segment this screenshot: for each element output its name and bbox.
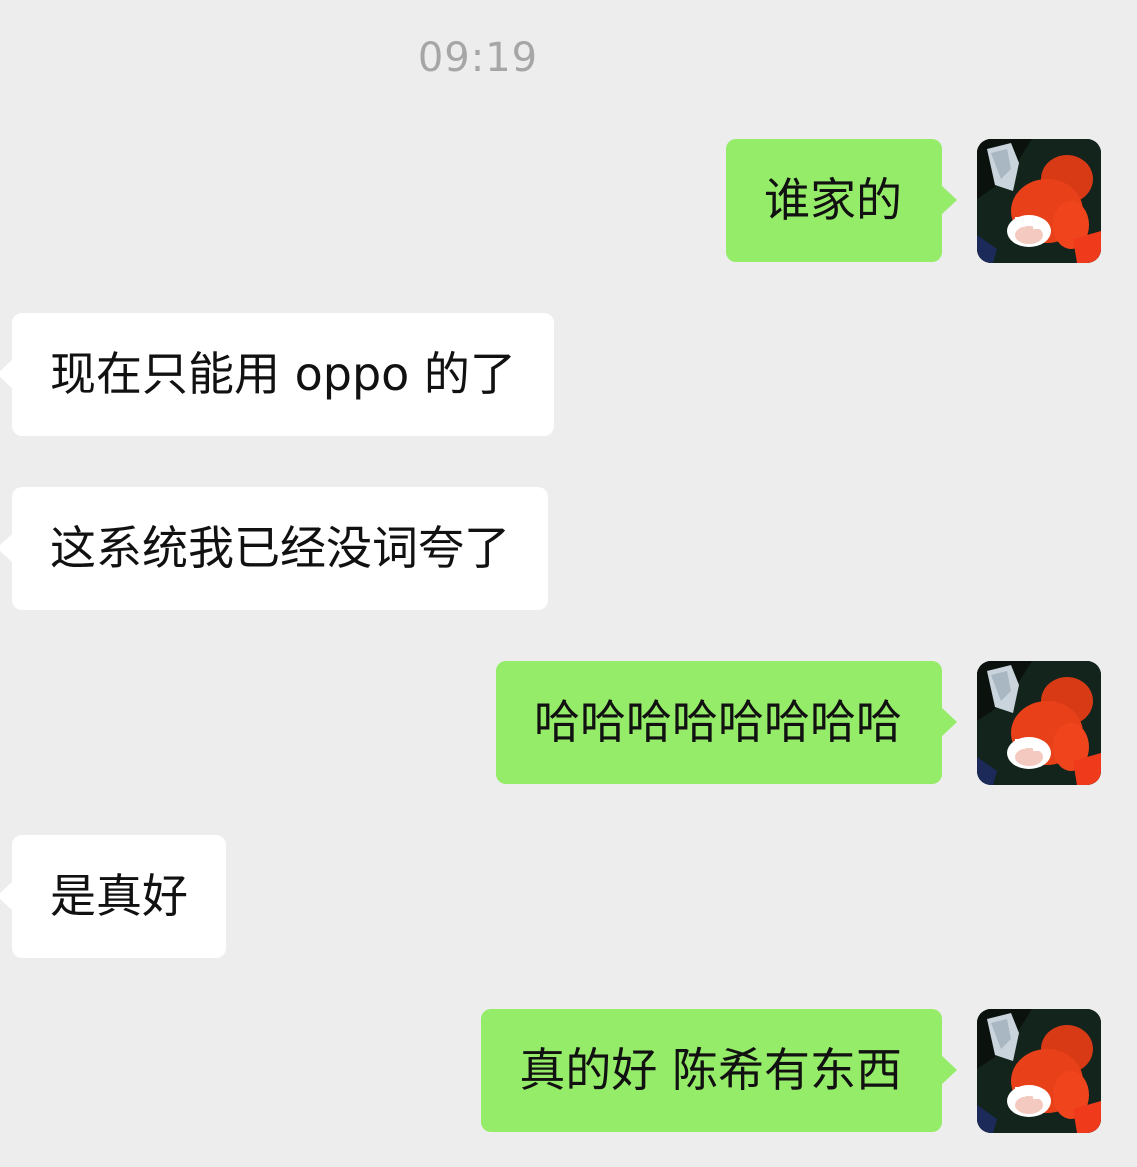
message-row-outgoing: 真的好 陈希有东西: [0, 1009, 1137, 1133]
outgoing-message-bubble[interactable]: 谁家的: [726, 139, 957, 262]
incoming-message-bubble[interactable]: 是真好: [0, 835, 226, 958]
user-avatar[interactable]: [977, 661, 1101, 785]
user-avatar[interactable]: [977, 1009, 1101, 1133]
user-avatar[interactable]: [977, 139, 1101, 263]
message-row-outgoing: 谁家的: [0, 139, 1137, 263]
message-timestamp: 09:19: [417, 35, 539, 81]
message-row-incoming: 现在只能用 oppo 的了: [0, 313, 1137, 437]
message-row-outgoing: 哈哈哈哈哈哈哈哈: [0, 661, 1137, 785]
outgoing-message-bubble[interactable]: 真的好 陈希有东西: [481, 1009, 957, 1132]
outgoing-message-bubble[interactable]: 哈哈哈哈哈哈哈哈: [496, 661, 957, 784]
incoming-message-bubble[interactable]: 现在只能用 oppo 的了: [0, 313, 554, 436]
message-row-incoming: 是真好: [0, 835, 1137, 959]
cartoon-avatar-icon: [977, 1009, 1101, 1133]
cartoon-avatar-icon: [977, 139, 1101, 263]
incoming-message-bubble[interactable]: 这系统我已经没词夸了: [0, 487, 548, 610]
cartoon-avatar-icon: [977, 661, 1101, 785]
message-row-incoming: 这系统我已经没词夸了: [0, 487, 1137, 611]
